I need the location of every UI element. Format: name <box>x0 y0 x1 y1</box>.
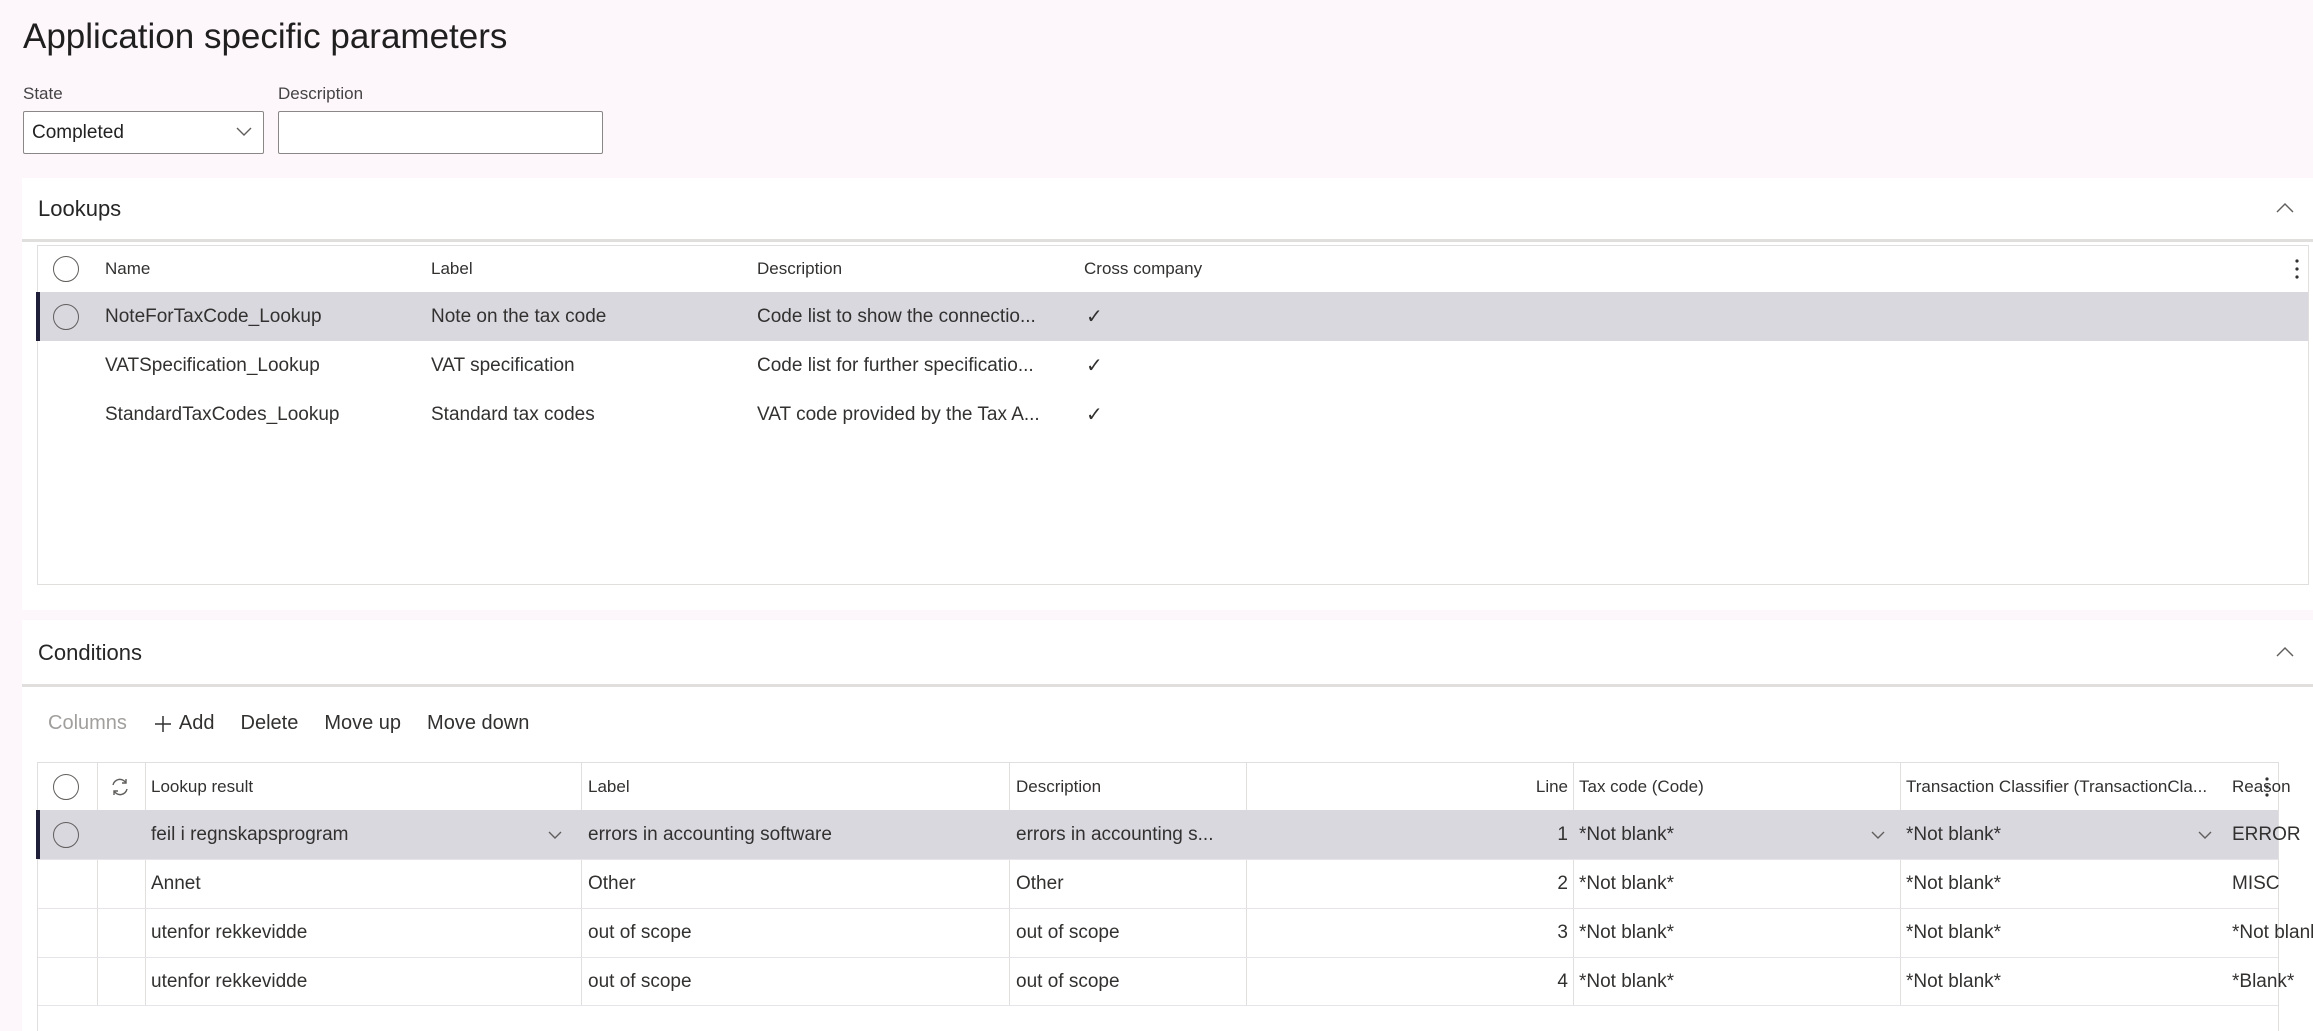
condition-row[interactable]: Annet Other Other 2 *Not blank* *Not bla… <box>38 859 2280 908</box>
conditions-header-row: Lookup result Label Description Line Tax… <box>38 763 2291 810</box>
condition-reason: ERROR <box>2232 823 2301 845</box>
tax-code-value: *Not blank* <box>1579 873 1675 894</box>
more-options-icon[interactable] <box>2294 246 2300 292</box>
check-icon: ✓ <box>1086 404 1103 426</box>
condition-line: 1 <box>1557 823 1568 845</box>
page-title: Application specific parameters <box>23 17 508 56</box>
condition-description: errors in accounting s... <box>1016 823 1214 845</box>
condition-label: Other <box>588 873 636 894</box>
select-all-radio[interactable] <box>53 773 79 800</box>
transaction-classifier-value: *Not blank* <box>1906 823 2002 845</box>
column-header-name[interactable]: Name <box>105 246 150 292</box>
lookup-label: VAT specification <box>431 354 575 376</box>
column-header-tax-code[interactable]: Tax code (Code) <box>1579 763 1704 810</box>
chevron-down-icon <box>1871 831 1885 839</box>
chevron-up-icon[interactable] <box>2273 640 2297 664</box>
state-dropdown[interactable]: Completed <box>23 111 264 154</box>
check-icon: ✓ <box>1086 355 1103 377</box>
condition-description: out of scope <box>1016 970 1120 992</box>
condition-reason: *Blank* <box>2232 970 2295 992</box>
conditions-toolbar: Columns Add Delete Move up Move down <box>48 712 529 735</box>
column-header-cross-company[interactable]: Cross company <box>1084 246 1202 292</box>
lookup-result-dropdown[interactable]: feil i regnskapsprogram <box>151 810 576 859</box>
lookup-name: VATSpecification_Lookup <box>105 354 320 376</box>
condition-reason: *Not blank* <box>2232 922 2313 943</box>
transaction-classifier-dropdown[interactable]: *Not blank* <box>1906 810 2226 859</box>
conditions-title: Conditions <box>38 640 142 665</box>
chevron-up-icon[interactable] <box>2273 196 2297 220</box>
add-label: Add <box>178 712 215 734</box>
row-select-radio[interactable] <box>53 303 79 330</box>
lookup-label: Standard tax codes <box>431 403 595 425</box>
move-down-button[interactable]: Move down <box>427 712 529 735</box>
transaction-classifier-value: *Not blank* <box>1906 970 2002 992</box>
tax-code-value: *Not blank* <box>1579 922 1675 943</box>
condition-row[interactable]: utenfor rekkevidde out of scope out of s… <box>38 957 2294 1006</box>
check-icon: ✓ <box>1086 306 1103 328</box>
column-header-reason[interactable]: Reason <box>2232 763 2291 810</box>
chevron-down-icon <box>236 127 252 136</box>
tax-code-dropdown[interactable]: *Not blank* <box>1579 810 1899 859</box>
lookup-description: Code list to show the connectio... <box>757 305 1036 327</box>
condition-row[interactable]: feil i regnskapsprogram errors in accoun… <box>36 810 2301 859</box>
conditions-panel: Conditions Columns Add Delete Move up Mo… <box>22 620 2313 1031</box>
delete-button[interactable]: Delete <box>241 712 299 735</box>
column-header-label[interactable]: Label <box>431 246 473 292</box>
condition-description: out of scope <box>1016 922 1120 943</box>
more-options-icon[interactable] <box>2264 763 2270 810</box>
lookups-header[interactable]: Lookups <box>22 178 2313 242</box>
column-header-line[interactable]: Line <box>1246 763 1568 810</box>
move-up-button[interactable]: Move up <box>324 712 401 735</box>
lookup-description: VAT code provided by the Tax A... <box>757 403 1040 425</box>
condition-line: 2 <box>1557 873 1568 894</box>
condition-description: Other <box>1016 873 1064 894</box>
select-all-radio[interactable] <box>53 256 79 282</box>
lookup-row[interactable]: NoteForTaxCode_Lookup Note on the tax co… <box>36 292 2308 341</box>
description-input[interactable] <box>278 111 603 154</box>
tax-code-value: *Not blank* <box>1579 823 1675 845</box>
column-header-label[interactable]: Label <box>588 763 630 810</box>
lookups-panel: Lookups Name Label Description Cross com… <box>22 178 2313 610</box>
column-header-description[interactable]: Description <box>757 246 842 292</box>
condition-label: out of scope <box>588 922 692 943</box>
state-value: Completed <box>32 122 124 143</box>
refresh-icon[interactable] <box>108 763 132 810</box>
conditions-grid: Lookup result Label Description Line Tax… <box>36 762 2313 1031</box>
lookup-result-value: utenfor rekkevidde <box>151 922 308 943</box>
tax-code-value: *Not blank* <box>1579 970 1675 992</box>
column-header-lookup-result[interactable]: Lookup result <box>151 763 253 810</box>
lookup-description: Code list for further specificatio... <box>757 354 1034 376</box>
lookup-result-value: feil i regnskapsprogram <box>151 823 349 845</box>
transaction-classifier-value: *Not blank* <box>1906 922 2002 943</box>
lookups-header-row: Name Label Description Cross company <box>38 246 2308 292</box>
add-button[interactable]: Add <box>153 712 215 735</box>
lookup-row[interactable]: StandardTaxCodes_Lookup Standard tax cod… <box>38 390 2308 439</box>
condition-reason: MISC <box>2232 873 2280 894</box>
chevron-down-icon <box>2198 831 2212 839</box>
lookup-result-value: utenfor rekkevidde <box>151 970 308 992</box>
condition-line: 3 <box>1557 922 1568 943</box>
condition-label: out of scope <box>588 970 692 992</box>
plus-icon <box>154 715 171 732</box>
lookups-title: Lookups <box>38 196 122 221</box>
state-label: State <box>23 84 63 103</box>
lookup-label: Note on the tax code <box>431 305 607 327</box>
lookup-result-value: Annet <box>151 873 201 894</box>
lookup-row[interactable]: VATSpecification_Lookup VAT specificatio… <box>38 341 2308 390</box>
lookup-name: StandardTaxCodes_Lookup <box>105 403 340 425</box>
columns-button[interactable]: Columns <box>48 712 127 735</box>
column-header-description[interactable]: Description <box>1016 763 1101 810</box>
transaction-classifier-value: *Not blank* <box>1906 873 2002 894</box>
conditions-header[interactable]: Conditions <box>22 620 2313 687</box>
lookup-name: NoteForTaxCode_Lookup <box>105 305 322 327</box>
lookups-grid: Name Label Description Cross company Not… <box>36 245 2309 585</box>
chevron-down-icon <box>548 831 562 839</box>
column-header-transaction-classifier[interactable]: Transaction Classifier (TransactionCla..… <box>1906 763 2207 810</box>
row-select-radio[interactable] <box>53 821 79 848</box>
description-label: Description <box>278 84 364 103</box>
condition-label: errors in accounting software <box>588 823 832 845</box>
condition-row[interactable]: utenfor rekkevidde out of scope out of s… <box>38 908 2313 957</box>
condition-line: 4 <box>1557 970 1568 992</box>
